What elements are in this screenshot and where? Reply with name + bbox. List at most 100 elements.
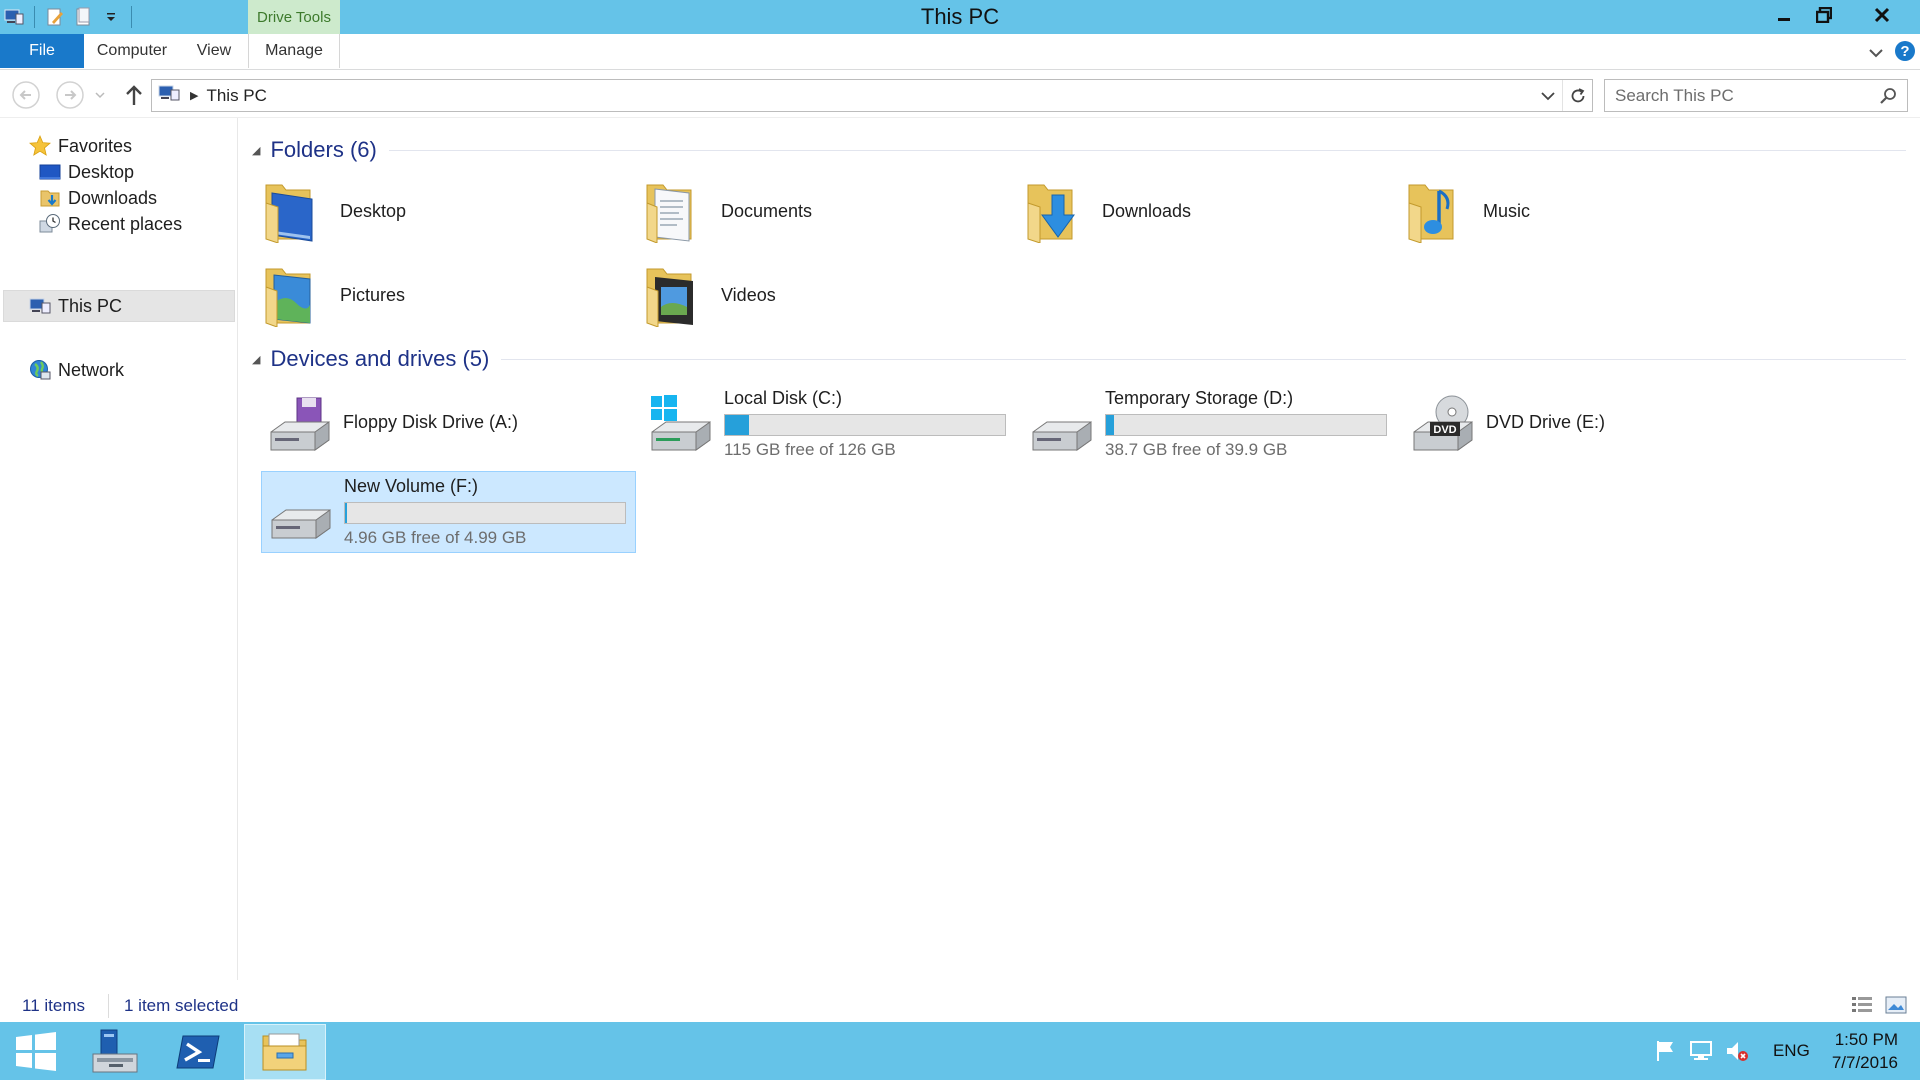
tab-computer[interactable]: Computer — [90, 34, 174, 68]
desktop-icon — [38, 160, 62, 184]
collapse-triangle-icon[interactable]: ◢ — [252, 144, 260, 157]
forward-button[interactable] — [54, 79, 86, 111]
downloads-icon — [38, 186, 62, 210]
collapse-triangle-icon[interactable]: ◢ — [252, 353, 260, 366]
status-separator — [108, 994, 109, 1018]
folder-tile-documents[interactable]: Documents — [641, 172, 1011, 250]
folder-name: Videos — [721, 284, 776, 305]
drive-name: DVD Drive (E:) — [1486, 412, 1606, 432]
folder-name: Downloads — [1102, 200, 1192, 221]
hard-drive-icon — [1029, 394, 1095, 456]
folder-name: Music — [1483, 200, 1531, 221]
minimize-button[interactable] — [1764, 0, 1804, 30]
drive-name: Local Disk (C:) — [724, 388, 843, 408]
new-folder-icon[interactable] — [69, 4, 97, 30]
group-divider — [501, 358, 1906, 360]
content-area: ◢ Folders (6) Desktop Documents Download… — [250, 118, 1910, 980]
folder-tile-music[interactable]: Music — [1403, 172, 1773, 250]
folder-tile-videos[interactable]: Videos — [641, 256, 1011, 334]
this-pc-icon — [28, 294, 52, 318]
nav-favorites[interactable]: Favorites — [28, 132, 132, 160]
refresh-icon[interactable] — [1562, 80, 1592, 111]
folder-name: Documents — [721, 200, 813, 221]
input-language-indicator[interactable]: ENG — [1773, 1041, 1810, 1061]
ribbon-right-controls: ? — [1868, 40, 1916, 67]
drive-tile-temporary-storage-d[interactable]: Temporary Storage (D:) 38.7 GB free of 3… — [1023, 384, 1398, 466]
drive-name: Temporary Storage (D:) — [1105, 388, 1294, 408]
nav-network-label: Network — [58, 359, 125, 380]
drive-free-space: 115 GB free of 126 GB — [724, 440, 896, 459]
nav-this-pc-label: This PC — [58, 295, 123, 316]
drive-tile-local-disk-c[interactable]: Local Disk (C:) 115 GB free of 126 GB — [642, 384, 1017, 466]
drive-tile-dvd-e[interactable]: DVD DVD Drive (E:) — [1404, 384, 1779, 466]
drive-tile-new-volume-f[interactable]: New Volume (F:) 4.96 GB free of 4.99 GB — [261, 471, 636, 553]
music-folder-icon — [1403, 179, 1467, 243]
address-bar[interactable]: ▶ This PC — [151, 79, 1593, 112]
drive-name: Floppy Disk Drive (A:) — [343, 412, 519, 432]
folder-tile-downloads[interactable]: Downloads — [1022, 172, 1392, 250]
dvd-drive-icon: DVD — [1410, 394, 1476, 456]
up-button[interactable] — [118, 79, 150, 111]
drive-name: New Volume (F:) — [344, 476, 479, 496]
documents-folder-icon — [641, 179, 705, 243]
system-clock[interactable]: 1:50 PM 7/7/2016 — [1832, 1028, 1898, 1074]
folder-tile-pictures[interactable]: Pictures — [260, 256, 630, 334]
nav-downloads[interactable]: Downloads — [38, 184, 157, 212]
breadcrumb-this-pc[interactable]: This PC — [206, 86, 266, 106]
volume-muted-icon[interactable] — [1719, 1033, 1755, 1069]
breadcrumb-chevron-icon[interactable]: ▶ — [190, 89, 198, 102]
start-button[interactable] — [0, 1024, 72, 1080]
help-icon[interactable]: ? — [1894, 40, 1916, 67]
system-drive-icon — [648, 394, 714, 456]
clock-date: 7/7/2016 — [1831, 1053, 1898, 1072]
search-box[interactable] — [1604, 79, 1908, 112]
status-item-count: 11 items — [22, 996, 85, 1015]
tab-file[interactable]: File — [0, 34, 84, 68]
expand-ribbon-icon[interactable] — [1868, 43, 1884, 64]
restore-button[interactable] — [1804, 0, 1844, 30]
server-manager-taskbar-icon[interactable] — [78, 1024, 150, 1080]
group-divider — [388, 149, 1906, 151]
action-center-flag-icon[interactable] — [1647, 1033, 1683, 1069]
address-dropdown-icon[interactable] — [1534, 80, 1562, 111]
toolbar-separator — [34, 6, 35, 28]
toolbar-separator — [131, 6, 132, 28]
network-status-icon[interactable] — [1683, 1033, 1719, 1069]
floppy-drive-icon — [267, 394, 333, 456]
search-icon[interactable] — [1879, 87, 1897, 110]
properties-icon[interactable] — [41, 4, 69, 30]
this-pc-icon[interactable] — [0, 4, 28, 30]
details-view-icon[interactable] — [1850, 994, 1874, 1021]
drive-tile-floppy[interactable]: Floppy Disk Drive (A:) — [261, 384, 636, 466]
drive-usage-fill — [1106, 415, 1115, 435]
nav-recent-places-label: Recent places — [68, 213, 183, 234]
large-icons-view-icon[interactable] — [1884, 994, 1908, 1021]
devices-group-header[interactable]: ◢ Devices and drives (5) — [252, 344, 1906, 374]
search-input[interactable] — [1615, 85, 1865, 106]
nav-desktop[interactable]: Desktop — [38, 158, 134, 186]
customize-toolbar-chevron-icon[interactable] — [97, 4, 125, 30]
drive-usage-bar — [1105, 414, 1387, 436]
tab-view[interactable]: View — [184, 34, 244, 68]
recent-places-icon — [38, 212, 62, 236]
file-explorer-taskbar-icon[interactable] — [244, 1024, 326, 1080]
pictures-folder-icon — [260, 263, 324, 327]
powershell-taskbar-icon[interactable] — [162, 1024, 234, 1080]
folders-group-header[interactable]: ◢ Folders (6) — [252, 135, 1906, 165]
desktop-folder-icon — [260, 179, 324, 243]
nav-this-pc[interactable]: This PC — [28, 292, 122, 320]
taskbar: ENG 1:50 PM 7/7/2016 — [0, 1022, 1920, 1080]
nav-network[interactable]: Network — [28, 356, 124, 384]
folders-group-title: Folders (6) — [270, 137, 377, 162]
back-button[interactable] — [10, 79, 42, 111]
folder-tile-desktop[interactable]: Desktop — [260, 172, 630, 250]
recent-locations-chevron-icon[interactable] — [90, 79, 110, 111]
nav-recent-places[interactable]: Recent places — [38, 210, 182, 238]
dvd-badge: DVD — [1433, 424, 1456, 436]
network-globe-icon — [28, 358, 52, 382]
tab-manage[interactable]: Manage — [248, 34, 340, 68]
navigation-pane: Favorites Desktop Downloads Recent place… — [0, 118, 238, 980]
view-switcher — [1850, 994, 1908, 1021]
drive-tools-context-label: Drive Tools — [248, 0, 340, 34]
close-button[interactable] — [1844, 0, 1920, 30]
